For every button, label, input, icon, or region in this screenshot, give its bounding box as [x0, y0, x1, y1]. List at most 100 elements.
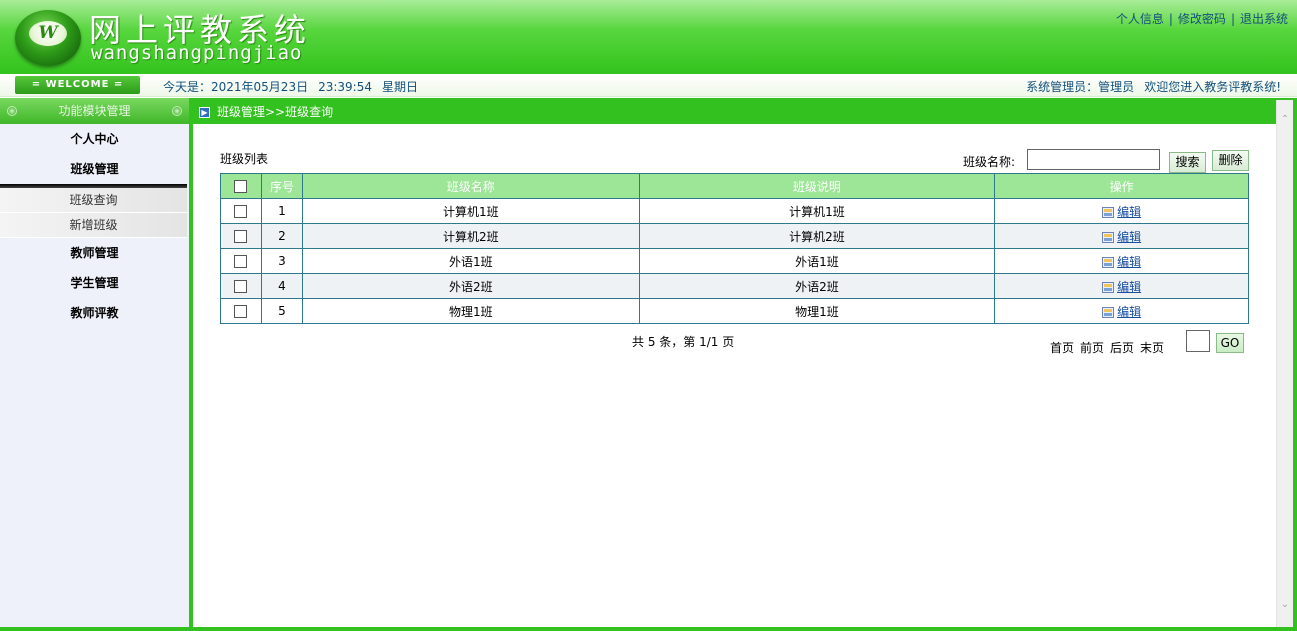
profile-link[interactable]: 个人信息: [1116, 12, 1164, 26]
column-header-name: 班级名称: [301, 173, 640, 199]
date-display: 今天是：2021年05月23日 23:39:54 星期日: [163, 78, 428, 95]
row-no: 5: [260, 298, 303, 324]
welcome-badge: = WELCOME =: [15, 76, 140, 94]
pager-last-link[interactable]: 末页: [1140, 341, 1164, 355]
logout-link[interactable]: 退出系统: [1240, 12, 1288, 26]
row-checkbox[interactable]: [234, 280, 248, 293]
pager-links: 首页 前页 后页 末页: [1050, 339, 1170, 356]
row-no: 1: [260, 198, 303, 224]
row-checkbox-cell: [220, 248, 262, 274]
row-checkbox[interactable]: [234, 305, 248, 318]
change-password-link[interactable]: 修改密码: [1178, 12, 1226, 26]
row-name: 计算机1班: [301, 198, 640, 224]
row-no: 3: [260, 248, 303, 274]
table-row: 2 计算机2班 计算机2班 编辑: [220, 223, 1249, 249]
row-checkbox[interactable]: [234, 230, 248, 243]
go-button[interactable]: GO: [1216, 333, 1244, 353]
row-checkbox-cell: [220, 273, 262, 299]
search-label: 班级名称:: [963, 155, 1016, 169]
page-number-input[interactable]: [1186, 330, 1210, 352]
search-button[interactable]: 搜索: [1169, 152, 1206, 173]
edit-link[interactable]: 编辑: [1117, 230, 1141, 244]
dot-icon: [172, 106, 182, 116]
welcome-message: 欢迎您进入教务评教系统!: [1144, 80, 1281, 94]
list-title: 班级列表: [220, 152, 269, 166]
submenu-item-class-query[interactable]: 班级查询: [0, 188, 187, 213]
sidebar-heading-label: 功能模块管理: [58, 104, 131, 118]
table-row: 5 物理1班 物理1班 编辑: [220, 298, 1249, 324]
separator: |: [1230, 12, 1235, 26]
submenu-item-add-class[interactable]: 新增班级: [0, 213, 187, 238]
column-header-no: 序号: [260, 173, 303, 199]
edit-icon: [1102, 206, 1115, 218]
delete-button[interactable]: 删除: [1212, 150, 1249, 171]
weekday: 星期日: [382, 80, 419, 94]
row-desc: 外语1班: [638, 248, 996, 274]
row-name: 外语2班: [301, 273, 640, 299]
logo-icon: W: [15, 10, 81, 66]
sidebar-item-student-management[interactable]: 学生管理: [0, 268, 189, 298]
scrollbar[interactable]: ⌃ ⌄: [1276, 100, 1293, 627]
top-links: 个人信息 | 修改密码 | 退出系统: [1116, 10, 1288, 27]
row-desc: 计算机1班: [638, 198, 996, 224]
row-action-cell: 编辑: [994, 248, 1249, 274]
pager-next-link[interactable]: 后页: [1110, 341, 1134, 355]
table-row: 4 外语2班 外语2班 编辑: [220, 273, 1249, 299]
edit-icon: [1102, 281, 1115, 293]
info-bar: = WELCOME = 今天是：2021年05月23日 23:39:54 星期日 系…: [0, 74, 1297, 97]
select-all-checkbox[interactable]: [234, 180, 248, 193]
row-desc: 计算机2班: [638, 223, 996, 249]
separator: |: [1168, 12, 1173, 26]
row-name: 外语1班: [301, 248, 640, 274]
class-name-search-input[interactable]: [1027, 149, 1160, 170]
sidebar-heading: 功能模块管理: [0, 98, 189, 124]
sidebar-item-teacher-evaluation[interactable]: 教师评教: [0, 298, 189, 328]
scroll-down-icon[interactable]: ⌄: [1277, 599, 1293, 613]
row-name: 物理1班: [301, 298, 640, 324]
pager-first-link[interactable]: 首页: [1050, 341, 1074, 355]
sidebar: 功能模块管理 个人中心 班级管理 班级查询 新增班级 教师管理 学生管理 教师评…: [0, 98, 189, 627]
row-action-cell: 编辑: [994, 273, 1249, 299]
breadcrumb: 班级管理>>班级查询: [217, 105, 334, 119]
row-checkbox[interactable]: [234, 255, 248, 268]
sidebar-item-class-management[interactable]: 班级管理: [0, 154, 189, 184]
logo-letter: W: [29, 21, 67, 46]
sidebar-item-teacher-management[interactable]: 教师管理: [0, 238, 189, 268]
app-subtitle: wangshangpingjiao: [91, 42, 303, 64]
edit-link[interactable]: 编辑: [1117, 305, 1141, 319]
column-header-desc: 班级说明: [638, 173, 996, 199]
row-desc: 外语2班: [638, 273, 996, 299]
pager-prev-link[interactable]: 前页: [1080, 341, 1104, 355]
table-row: 3 外语1班 外语1班 编辑: [220, 248, 1249, 274]
row-checkbox-cell: [220, 223, 262, 249]
admin-info: 系统管理员：管理员 欢迎您进入教务评教系统!: [1016, 78, 1281, 95]
scroll-up-icon[interactable]: ⌃: [1277, 114, 1293, 128]
select-all-cell: [220, 173, 262, 199]
arrow-icon: ▶: [199, 107, 210, 118]
class-table: 序号 班级名称 班级说明 操作 1 计算机1班 计算机1班 编辑 2 计算机2班…: [220, 173, 1249, 324]
row-checkbox-cell: [220, 198, 262, 224]
header: W 网上评教系统 wangshangpingjiao 个人信息 | 修改密码 | 退出系…: [0, 0, 1297, 74]
edit-icon: [1102, 306, 1115, 318]
sidebar-item-personal-center[interactable]: 个人中心: [0, 124, 189, 154]
edit-link[interactable]: 编辑: [1117, 205, 1141, 219]
row-name: 计算机2班: [301, 223, 640, 249]
table-header-row: 序号 班级名称 班级说明 操作: [220, 173, 1249, 199]
row-desc: 物理1班: [638, 298, 996, 324]
row-action-cell: 编辑: [994, 298, 1249, 324]
row-action-cell: 编辑: [994, 198, 1249, 224]
current-time: 23:39:54: [318, 80, 372, 94]
breadcrumb-bar: ▶ 班级管理>>班级查询: [193, 100, 1276, 124]
edit-link[interactable]: 编辑: [1117, 255, 1141, 269]
column-header-action: 操作: [994, 173, 1249, 199]
pager-summary: 共 5 条，第 1/1 页: [632, 335, 735, 349]
row-no: 4: [260, 273, 303, 299]
row-action-cell: 编辑: [994, 223, 1249, 249]
today-date: 今天是：2021年05月23日: [163, 80, 309, 94]
table-row: 1 计算机1班 计算机1班 编辑: [220, 198, 1249, 224]
row-no: 2: [260, 223, 303, 249]
row-checkbox[interactable]: [234, 205, 248, 218]
edit-link[interactable]: 编辑: [1117, 280, 1141, 294]
admin-label: 系统管理员：管理员: [1026, 80, 1135, 94]
row-checkbox-cell: [220, 298, 262, 324]
